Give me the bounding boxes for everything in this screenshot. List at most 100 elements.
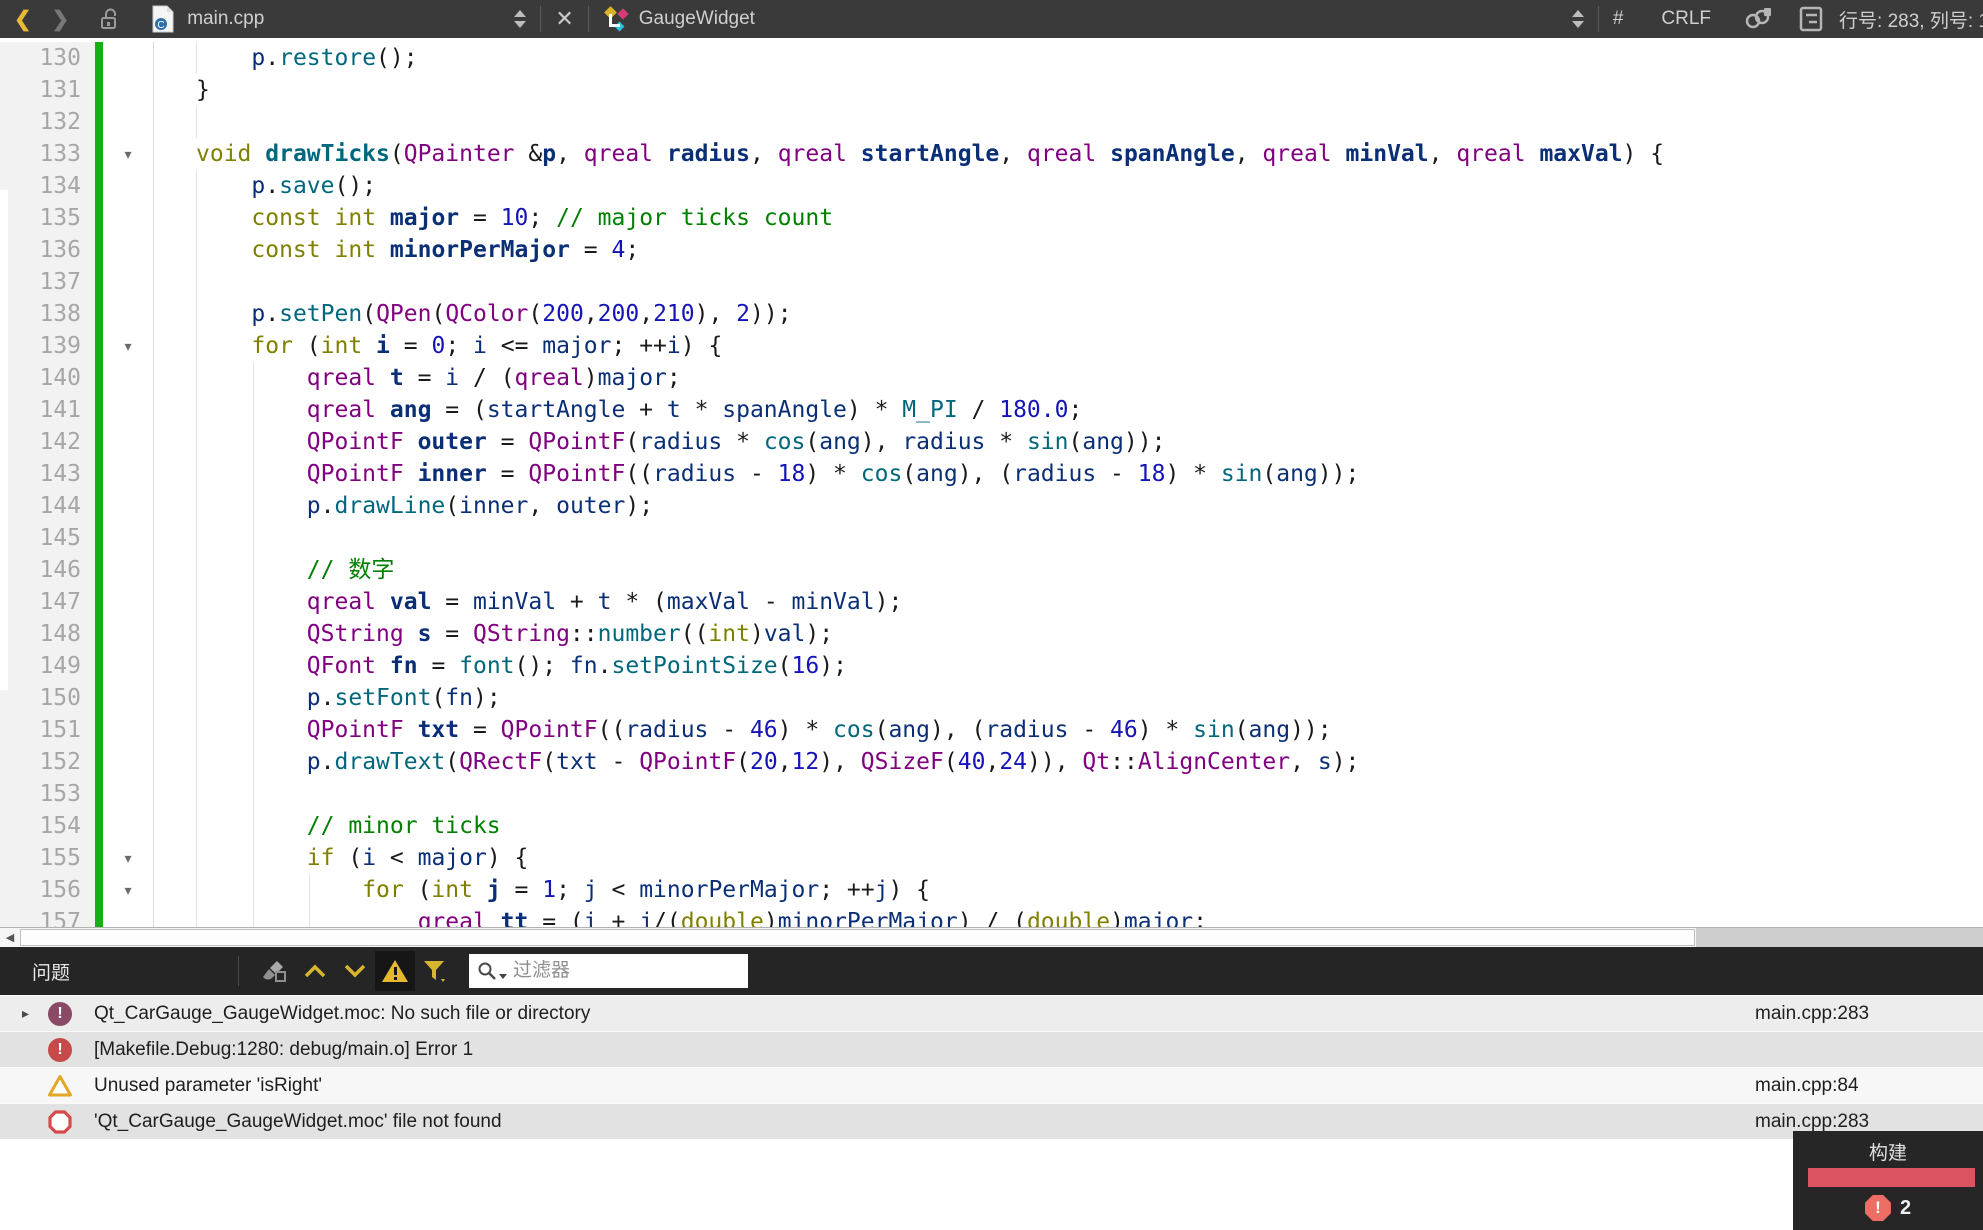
symbol-dropdown-spinner[interactable] (1572, 10, 1584, 28)
issue-row[interactable]: ▸!Qt_CarGauge_GaugeWidget.moc: No such f… (0, 995, 1983, 1031)
issue-row[interactable]: Unused parameter 'isRight'main.cpp:84 (0, 1067, 1983, 1103)
line-number[interactable]: 152 (0, 746, 95, 778)
code-text[interactable]: QFont fn = font(); fn.setPointSize(16); (154, 650, 1983, 682)
line-number[interactable]: 132 (0, 106, 95, 138)
code-line[interactable]: 141 qreal ang = (startAngle + t * spanAn… (0, 394, 1983, 426)
code-text[interactable]: qreal t = i / (qreal)major; (154, 362, 1983, 394)
line-number[interactable]: 137 (0, 266, 95, 298)
line-number[interactable]: 141 (0, 394, 95, 426)
code-text[interactable]: p.save(); (154, 170, 1983, 202)
line-ending-selector[interactable]: CRLF (1661, 8, 1711, 30)
code-text[interactable]: QPointF inner = QPointF((radius - 18) * … (154, 458, 1983, 490)
issue-row[interactable]: 'Qt_CarGauge_GaugeWidget.moc' file not f… (0, 1103, 1983, 1139)
clear-issues-button[interactable] (255, 951, 295, 991)
fold-margin[interactable] (103, 586, 154, 618)
code-text[interactable] (154, 778, 1983, 810)
issues-filter-input[interactable] (513, 960, 740, 982)
code-line[interactable]: 131} (0, 74, 1983, 106)
code-line[interactable]: 136 const int minorPerMajor = 4; (0, 234, 1983, 266)
code-text[interactable]: QString s = QString::number((int)val); (154, 618, 1983, 650)
code-text[interactable]: for (int j = 1; j < minorPerMajor; ++j) … (154, 874, 1983, 906)
line-number[interactable]: 135 (0, 202, 95, 234)
line-number[interactable]: 155 (0, 842, 95, 874)
next-issue-button[interactable] (335, 951, 375, 991)
issue-file-reference[interactable]: main.cpp:283 (1755, 1111, 1983, 1133)
build-progress-popup[interactable]: 构建 ! 2 (1793, 1131, 1983, 1230)
code-text[interactable]: p.drawLine(inner, outer); (154, 490, 1983, 522)
code-line[interactable]: 153 (0, 778, 1983, 810)
code-text[interactable]: qreal tt = (i + j/(double)minorPerMajor)… (154, 906, 1983, 927)
fold-margin[interactable]: ▾ (103, 138, 154, 170)
code-text[interactable]: p.restore(); (154, 42, 1983, 74)
fold-margin[interactable]: ▾ (103, 842, 154, 874)
line-number[interactable]: 134 (0, 170, 95, 202)
horizontal-scrollbar[interactable]: ◀ (0, 927, 1983, 947)
line-number[interactable]: 156 (0, 874, 95, 906)
code-text[interactable] (154, 106, 1983, 138)
code-line[interactable]: 144 p.drawLine(inner, outer); (0, 490, 1983, 522)
fold-margin[interactable] (103, 426, 154, 458)
fold-margin[interactable] (103, 266, 154, 298)
document-dropdown-spinner[interactable] (514, 10, 526, 28)
code-line[interactable]: 148 QString s = QString::number((int)val… (0, 618, 1983, 650)
line-number[interactable]: 136 (0, 234, 95, 266)
issue-file-reference[interactable]: main.cpp:84 (1755, 1075, 1983, 1097)
code-editor[interactable]: 130 p.restore();131}132133▾void drawTick… (0, 38, 1983, 927)
fold-margin[interactable]: ▾ (103, 330, 154, 362)
code-line[interactable]: 135 const int major = 10; // major ticks… (0, 202, 1983, 234)
fold-margin[interactable] (103, 746, 154, 778)
fold-margin[interactable] (103, 202, 154, 234)
line-number[interactable]: 153 (0, 778, 95, 810)
outline-icon[interactable] (1799, 6, 1823, 32)
fold-margin[interactable] (103, 650, 154, 682)
fold-margin[interactable] (103, 42, 154, 74)
code-text[interactable]: // 数字 (154, 554, 1983, 586)
code-text[interactable]: const int minorPerMajor = 4; (154, 234, 1983, 266)
code-text[interactable]: p.setPen(QPen(QColor(200,200,210), 2)); (154, 298, 1983, 330)
forward-button[interactable]: ❯ (52, 9, 70, 30)
line-number[interactable]: 147 (0, 586, 95, 618)
open-document-name[interactable]: main.cpp (187, 8, 264, 30)
fold-margin[interactable] (103, 810, 154, 842)
fold-arrow-icon[interactable]: ▾ (124, 851, 131, 865)
code-text[interactable]: QPointF txt = QPointF((radius - 46) * co… (154, 714, 1983, 746)
code-line[interactable]: 152 p.drawText(QRectF(txt - QPointF(20,1… (0, 746, 1983, 778)
search-options-caret-icon[interactable] (499, 974, 507, 979)
code-line[interactable]: 154 // minor ticks (0, 810, 1983, 842)
horizontal-scrollbar-track[interactable] (1696, 928, 1983, 947)
issue-file-reference[interactable]: main.cpp:283 (1755, 1003, 1983, 1025)
cursor-position-indicator[interactable]: 行号: 283, 列号: 1 (1839, 6, 1983, 33)
previous-issue-button[interactable] (295, 951, 335, 991)
fold-margin[interactable] (103, 906, 154, 927)
fold-margin[interactable] (103, 298, 154, 330)
code-line[interactable]: 155▾ if (i < major) { (0, 842, 1983, 874)
line-number[interactable]: 142 (0, 426, 95, 458)
line-number[interactable]: 150 (0, 682, 95, 714)
line-number[interactable]: 151 (0, 714, 95, 746)
issue-row[interactable]: ![Makefile.Debug:1280: debug/main.o] Err… (0, 1031, 1983, 1067)
filter-issues-button[interactable] (415, 951, 455, 991)
code-text[interactable] (154, 522, 1983, 554)
code-line[interactable]: 133▾void drawTicks(QPainter &p, qreal ra… (0, 138, 1983, 170)
line-number[interactable]: 131 (0, 74, 95, 106)
code-line[interactable]: 142 QPointF outer = QPointF(radius * cos… (0, 426, 1983, 458)
fold-margin[interactable] (103, 618, 154, 650)
line-number[interactable]: 138 (0, 298, 95, 330)
code-text[interactable]: void drawTicks(QPainter &p, qreal radius… (154, 138, 1983, 170)
fold-margin[interactable] (103, 522, 154, 554)
code-line[interactable]: 145 (0, 522, 1983, 554)
code-text[interactable]: QPointF outer = QPointF(radius * cos(ang… (154, 426, 1983, 458)
issue-expand-arrow-icon[interactable]: ▸ (22, 1005, 48, 1022)
code-text[interactable]: } (154, 74, 1983, 106)
fold-margin[interactable] (103, 170, 154, 202)
code-line[interactable]: 150 p.setFont(fn); (0, 682, 1983, 714)
fold-margin[interactable] (103, 234, 154, 266)
fold-margin[interactable]: ▾ (103, 874, 154, 906)
show-warnings-toggle[interactable] (375, 951, 415, 991)
fold-arrow-icon[interactable]: ▾ (124, 883, 131, 897)
horizontal-scrollbar-handle[interactable] (20, 929, 1695, 946)
code-line[interactable]: 139▾ for (int i = 0; i <= major; ++i) { (0, 330, 1983, 362)
close-document-button[interactable]: ✕ (555, 8, 573, 30)
line-number[interactable]: 145 (0, 522, 95, 554)
line-number[interactable]: 154 (0, 810, 95, 842)
